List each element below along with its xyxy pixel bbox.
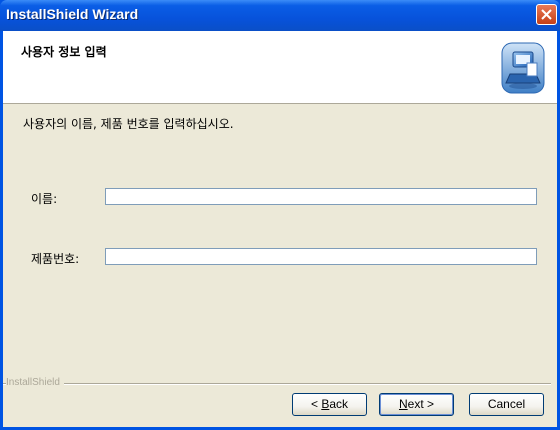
next-label: ext > — [407, 397, 435, 411]
separator-line — [3, 383, 551, 385]
back-prefix: < — [310, 397, 322, 411]
next-button[interactable]: Next > — [379, 393, 454, 416]
header-panel: 사용자 정보 입력 — [3, 31, 557, 104]
instruction-text: 사용자의 이름, 제품 번호를 입력하십시오. — [23, 117, 234, 131]
brand-separator: InstallShield — [3, 377, 557, 389]
serial-field[interactable] — [105, 248, 537, 265]
name-field[interactable] — [105, 188, 537, 205]
title-bar[interactable]: InstallShield Wizard — [0, 0, 560, 31]
installer-computer-icon — [501, 42, 545, 94]
brand-label: InstallShield — [6, 377, 64, 389]
close-button[interactable] — [536, 4, 557, 25]
back-button[interactable]: < Back — [292, 393, 367, 416]
name-label: 이름: — [31, 192, 58, 206]
window-title: InstallShield Wizard — [6, 6, 139, 22]
cancel-button[interactable]: Cancel — [469, 393, 544, 416]
installer-window: InstallShield Wizard 사용자 정보 입력 사용자의 이름, … — [0, 0, 560, 430]
close-icon — [541, 9, 552, 20]
page-title: 사용자 정보 입력 — [21, 45, 107, 59]
dialog-body: 사용자 정보 입력 사용자의 이름, 제품 번호를 입력하십시오. 이름: 제품… — [3, 31, 557, 427]
back-label: ack — [329, 397, 349, 411]
next-mnemonic: N — [398, 397, 408, 411]
serial-label: 제품번호: — [31, 252, 80, 266]
